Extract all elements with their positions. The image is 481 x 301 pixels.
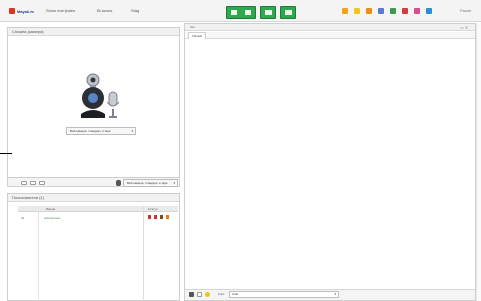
- bold-icon[interactable]: [189, 292, 194, 297]
- logo-mark-icon: [9, 8, 15, 14]
- bell-icon[interactable]: [414, 8, 420, 14]
- menu-item-3[interactable]: Stag: [131, 8, 139, 14]
- status-icons: [342, 7, 432, 15]
- chevron-down-icon: ▾: [334, 292, 336, 296]
- user-status-icon[interactable]: [166, 215, 169, 219]
- expand-icon[interactable]: [39, 181, 45, 185]
- camera-toggle-icon[interactable]: [21, 181, 27, 185]
- smile-icon[interactable]: [205, 292, 210, 297]
- chat-tab-bar: [185, 32, 475, 39]
- people-icon[interactable]: [390, 8, 396, 14]
- font-select[interactable]: Arial ▾: [229, 291, 339, 298]
- chevron-down-icon: ▾: [131, 129, 133, 133]
- star-icon[interactable]: [342, 8, 348, 14]
- camera-device-select[interactable]: Веб-камера, стандарт. и звук. ▾: [66, 127, 136, 135]
- page-scrollbar[interactable]: [476, 23, 481, 301]
- chat-window-controls[interactable]: ▭ ✕: [460, 25, 468, 30]
- column-divider: [38, 206, 39, 301]
- font-select-value: Arial: [232, 292, 239, 296]
- settings-icon[interactable]: [426, 8, 432, 14]
- chat-panel-title: Чат: [185, 24, 475, 31]
- font-label: Font:: [218, 292, 225, 296]
- logo-text: Mayak.tv: [17, 8, 34, 14]
- user-status-icon[interactable]: [160, 215, 163, 219]
- gift-icon[interactable]: [366, 8, 372, 14]
- camera-panel-title: Сюзана (камера): [8, 28, 179, 36]
- monitor-icon: [284, 10, 292, 15]
- webcam-icon: [81, 73, 120, 118]
- microphone-device-select[interactable]: Веб-камера, стандарт. и звук. ▾: [123, 179, 178, 187]
- heart-icon[interactable]: [402, 8, 408, 14]
- italic-icon[interactable]: [197, 292, 202, 297]
- chevron-down-icon: ▾: [173, 181, 175, 185]
- chat-panel: [184, 23, 476, 301]
- tab-general[interactable]: Общий: [188, 32, 206, 39]
- smile-icon[interactable]: [354, 8, 360, 14]
- user-row-number: 01: [21, 216, 25, 220]
- camera-icon: [231, 10, 237, 15]
- user-status-icon[interactable]: [148, 215, 151, 219]
- users-panel-title: Пользователи (1): [8, 194, 179, 202]
- video-settings-icon[interactable]: [30, 181, 36, 185]
- divider-line: [0, 153, 12, 154]
- user-row-name[interactable]: Anonymous: [44, 216, 60, 220]
- microphone-device-value: Веб-камера, стандарт. и звук.: [127, 181, 169, 185]
- play-icon: [245, 10, 251, 15]
- microphone-icon[interactable]: [116, 180, 121, 186]
- menu-item-2[interactable]: Bi azoos: [97, 8, 112, 14]
- menu-item-1[interactable]: Show mai ljudes: [46, 8, 75, 14]
- column-header-status[interactable]: Статус: [148, 206, 157, 212]
- user-status-icon[interactable]: [154, 215, 157, 219]
- camera-device-value: Веб-камера, стандарт. и звук.: [70, 129, 112, 133]
- window-icon: [264, 10, 272, 15]
- center-actions: [226, 6, 296, 19]
- app-logo[interactable]: Mayak.tv: [9, 8, 34, 14]
- private-button[interactable]: [260, 6, 276, 19]
- column-divider: [143, 206, 144, 301]
- user-icon[interactable]: [378, 8, 384, 14]
- exit-button[interactable]: Pause: [460, 8, 471, 14]
- chat-button[interactable]: [280, 6, 296, 19]
- column-header-name[interactable]: Имена: [46, 206, 55, 212]
- broadcast-button[interactable]: [226, 6, 256, 19]
